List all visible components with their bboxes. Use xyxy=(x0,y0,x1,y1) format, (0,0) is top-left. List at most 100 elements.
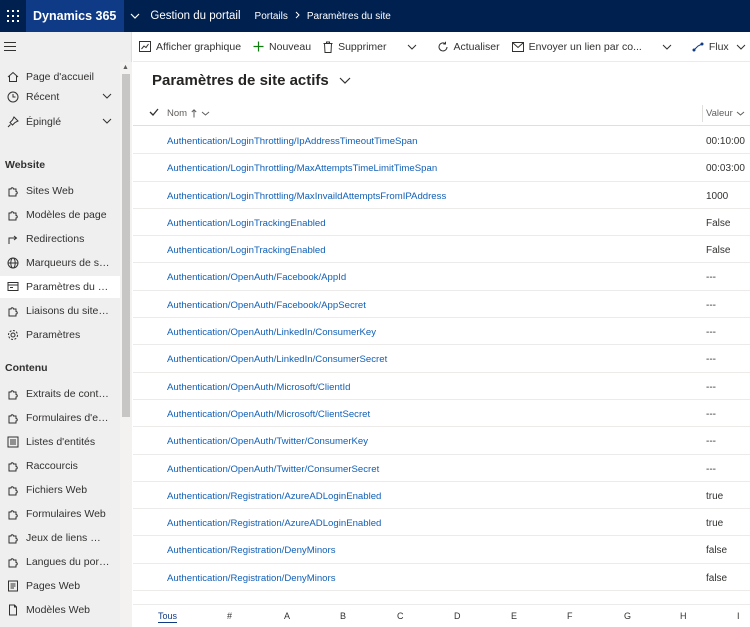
table-row[interactable]: Authentication/LoginThrottling/MaxAttemp… xyxy=(133,154,750,182)
flow-button[interactable]: Flux xyxy=(686,32,750,61)
sidebar-item-pinned[interactable]: Épinglé xyxy=(0,111,120,133)
sidebar-item-extraits-de-contenu[interactable]: Extraits de contenu xyxy=(0,383,120,405)
jump-letter-e[interactable]: E xyxy=(511,611,517,621)
table-row[interactable]: Authentication/LoginTrackingEnabled False xyxy=(133,209,750,237)
setting-name-link[interactable]: Authentication/LoginThrottling/MaxAttemp… xyxy=(167,163,437,174)
chevron-down-icon[interactable] xyxy=(124,0,146,32)
email-link-button[interactable]: Envoyer un lien par co... xyxy=(506,32,648,61)
setting-value: --- xyxy=(706,327,716,339)
jump-bar: Tous # A B C D E F G H I xyxy=(133,604,750,627)
setting-name-link[interactable]: Authentication/OpenAuth/Twitter/Consumer… xyxy=(167,464,379,475)
table-row[interactable]: Authentication/LoginThrottling/MaxInvail… xyxy=(133,182,750,209)
view-selector[interactable]: Paramètres de site actifs xyxy=(152,72,351,89)
jump-letter-g[interactable]: G xyxy=(624,611,631,621)
table-row[interactable]: Authentication/OpenAuth/LinkedIn/Consume… xyxy=(133,345,750,373)
hamburger-menu-icon[interactable] xyxy=(4,42,16,52)
setting-name-link[interactable]: Authentication/OpenAuth/Twitter/Consumer… xyxy=(167,436,368,447)
table-row[interactable]: Authentication/OpenAuth/Facebook/AppId --… xyxy=(133,263,750,291)
jump-letter-tous[interactable]: Tous xyxy=(158,611,178,623)
setting-name-link[interactable]: Authentication/LoginThrottling/IpAddress… xyxy=(167,136,417,147)
jump-letter-f[interactable]: F xyxy=(567,611,573,621)
sidebar-item-formulaires-web[interactable]: Formulaires Web xyxy=(0,503,120,525)
show-chart-button[interactable]: Afficher graphique xyxy=(133,32,247,61)
table-row[interactable]: Authentication/Registration/AzureADLogin… xyxy=(133,509,750,537)
jump-letter-c[interactable]: C xyxy=(397,611,404,621)
table-row[interactable]: Authentication/Registration/DenyMinors fa… xyxy=(133,536,750,564)
sidebar-item-recent[interactable]: Récent xyxy=(0,86,120,108)
sidebar-item-pages-web[interactable]: Pages Web xyxy=(0,575,120,597)
setting-name-link[interactable]: Authentication/Registration/DenyMinors xyxy=(167,545,336,556)
scroll-thumb[interactable] xyxy=(122,74,130,417)
scroll-up-icon[interactable]: ▲ xyxy=(122,64,129,71)
sidebar-item-liaisons-du-site-w[interactable]: Liaisons du site W... xyxy=(0,300,120,322)
app-name[interactable]: Gestion du portail xyxy=(150,10,240,22)
setting-value: 00:03:00 xyxy=(706,163,745,175)
email-dropdown-chevron-icon[interactable] xyxy=(656,44,678,50)
table-row[interactable]: Authentication/OpenAuth/Microsoft/Client… xyxy=(133,373,750,400)
sidebar-item-mod-les-web[interactable]: Modèles Web xyxy=(0,599,120,621)
table-row[interactable]: Authentication/OpenAuth/LinkedIn/Consume… xyxy=(133,318,750,346)
sidebar-scrollbar[interactable]: ▲ xyxy=(120,62,132,627)
select-all-checkmark-icon[interactable] xyxy=(149,108,159,119)
sidebar-item-label: Épinglé xyxy=(26,116,62,128)
sidebar-item-label: Pages Web xyxy=(26,580,81,592)
table-row[interactable]: Authentication/OpenAuth/Twitter/Consumer… xyxy=(133,427,750,455)
table-row[interactable]: Authentication/OpenAuth/Twitter/Consumer… xyxy=(133,455,750,482)
setting-name-link[interactable]: Authentication/LoginTrackingEnabled xyxy=(167,218,326,229)
app-launcher-waffle-icon[interactable] xyxy=(0,0,26,32)
table-row[interactable]: Authentication/Registration/AzureADLogin… xyxy=(133,482,750,510)
jump-letter-d[interactable]: D xyxy=(454,611,461,621)
sidebar-item-param-tres[interactable]: Paramètres xyxy=(0,324,120,346)
setting-value: --- xyxy=(706,272,716,284)
table-row[interactable]: Authentication/LoginTrackingEnabled False xyxy=(133,236,750,264)
new-button[interactable]: Nouveau xyxy=(247,32,317,61)
sidebar-item-label: Listes d'entités xyxy=(26,436,96,448)
sidebar-item-formulaires-d-enti[interactable]: Formulaires d'enti... xyxy=(0,407,120,429)
sidebar-item-jeux-de-liens-web[interactable]: Jeux de liens Web xyxy=(0,527,120,549)
jump-letter-a[interactable]: A xyxy=(284,611,290,621)
table-row[interactable]: Authentication/OpenAuth/Microsoft/Client… xyxy=(133,400,750,428)
table-row[interactable]: Authentication/Registration/DenyMinors fa… xyxy=(133,564,750,592)
pin-icon xyxy=(0,116,26,128)
setting-value: --- xyxy=(706,463,716,475)
sidebar-item-mod-les-de-page[interactable]: Modèles de page xyxy=(0,204,120,226)
sidebar-item-param-tres-du-site[interactable]: Paramètres du site xyxy=(0,276,120,298)
setting-name-link[interactable]: Authentication/LoginThrottling/MaxInvail… xyxy=(167,191,446,202)
setting-name-link[interactable]: Authentication/LoginTrackingEnabled xyxy=(167,245,326,256)
delete-button[interactable]: Supprimer xyxy=(317,32,392,61)
sidebar-item-langues-du-portail[interactable]: Langues du portail xyxy=(0,551,120,573)
jump-letter-h[interactable]: H xyxy=(680,611,687,621)
setting-name-link[interactable]: Authentication/OpenAuth/LinkedIn/Consume… xyxy=(167,354,387,365)
refresh-button[interactable]: Actualiser xyxy=(431,32,506,61)
setting-name-link[interactable]: Authentication/OpenAuth/Facebook/AppId xyxy=(167,272,346,283)
sidebar-item-raccourcis[interactable]: Raccourcis xyxy=(0,455,120,477)
setting-name-link[interactable]: Authentication/Registration/DenyMinors xyxy=(167,573,336,584)
sidebar-item-marqueurs-de-site[interactable]: Marqueurs de site xyxy=(0,252,120,274)
table-row[interactable]: Authentication/LoginThrottling/IpAddress… xyxy=(133,127,750,155)
chevron-down-icon xyxy=(201,111,210,116)
setting-name-link[interactable]: Authentication/Registration/AzureADLogin… xyxy=(167,491,381,502)
breadcrumb-portals[interactable]: Portails xyxy=(255,11,288,22)
sidebar-item-redirections[interactable]: Redirections xyxy=(0,228,120,250)
setting-name-link[interactable]: Authentication/OpenAuth/LinkedIn/Consume… xyxy=(167,327,376,338)
flow-label: Flux xyxy=(708,40,729,53)
sidebar-item-sites-web[interactable]: Sites Web xyxy=(0,180,120,202)
setting-name-link[interactable]: Authentication/Registration/AzureADLogin… xyxy=(167,518,381,529)
table-row[interactable]: Authentication/OpenAuth/Facebook/AppSecr… xyxy=(133,291,750,319)
jump-letter-i[interactable]: I xyxy=(737,611,740,621)
setting-name-link[interactable]: Authentication/OpenAuth/Facebook/AppSecr… xyxy=(167,300,366,311)
sidebar-item-listes-d-entit-s[interactable]: Listes d'entités xyxy=(0,431,120,453)
setting-name-link[interactable]: Authentication/OpenAuth/Microsoft/Client… xyxy=(167,382,350,393)
column-header-value[interactable]: Valeur xyxy=(706,108,745,119)
jump-letter-b[interactable]: B xyxy=(340,611,346,621)
column-divider[interactable] xyxy=(702,105,703,122)
chevron-down-icon[interactable] xyxy=(102,115,112,127)
sidebar-item-home[interactable]: Page d'accueil xyxy=(0,66,120,88)
sidebar-item-fichiers-web[interactable]: Fichiers Web xyxy=(0,479,120,501)
jump-letter-hash[interactable]: # xyxy=(227,611,232,621)
chevron-down-icon[interactable] xyxy=(102,90,112,102)
column-header-name[interactable]: Nom xyxy=(167,108,210,119)
more-dropdown-chevron-icon[interactable] xyxy=(401,44,423,50)
brand-title[interactable]: Dynamics 365 xyxy=(26,0,125,32)
setting-name-link[interactable]: Authentication/OpenAuth/Microsoft/Client… xyxy=(167,409,370,420)
